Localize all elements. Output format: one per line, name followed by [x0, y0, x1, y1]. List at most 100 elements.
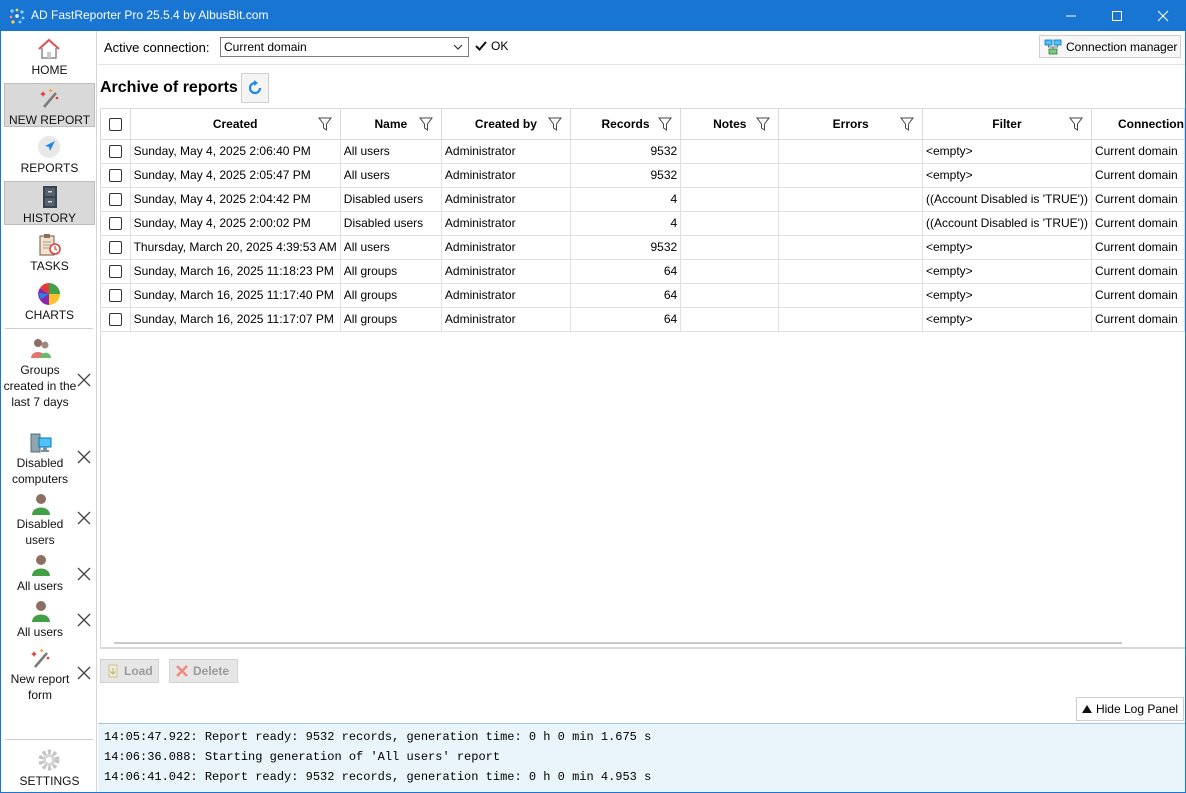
cell-created-by: Administrator: [441, 163, 571, 188]
cell-connection: Current domain: [1091, 307, 1185, 332]
connection-select-value: Current domain: [224, 40, 307, 54]
hide-log-panel-button[interactable]: Hide Log Panel: [1076, 697, 1184, 721]
column-header-filter[interactable]: Filter: [922, 109, 1092, 140]
cell-filter: <empty>: [922, 283, 1092, 308]
column-header-notes[interactable]: Notes: [680, 109, 780, 140]
sidebar: HOME NEW REPORT REPORTS HISTORY TASKS CH…: [1, 31, 97, 792]
connection-select[interactable]: Current domain: [220, 37, 469, 57]
row-checkbox[interactable]: [108, 289, 122, 303]
gear-icon: [38, 749, 60, 771]
log-line: 14:06:36.088: Starting generation of 'Al…: [104, 750, 501, 764]
minimize-icon: [1066, 15, 1076, 16]
close-icon[interactable]: [76, 372, 92, 388]
table-row[interactable]: Sunday, March 16, 2025 11:17:40 PM All gr…: [101, 283, 1185, 308]
column-header-created-by[interactable]: Created by: [441, 109, 571, 140]
cell-connection: Current domain: [1091, 283, 1185, 308]
row-select-cell: [101, 139, 131, 164]
row-checkbox[interactable]: [108, 265, 122, 279]
cell-created: Sunday, May 4, 2025 2:05:47 PM: [130, 163, 341, 188]
row-checkbox[interactable]: [108, 217, 122, 231]
recent-report-item[interactable]: All users: [3, 599, 95, 643]
table-row[interactable]: Sunday, May 4, 2025 2:04:42 PM Disabled u…: [101, 187, 1185, 212]
cell-errors: [778, 259, 923, 284]
table-row[interactable]: Sunday, May 4, 2025 2:00:02 PM Disabled u…: [101, 211, 1185, 236]
delete-button[interactable]: Delete: [169, 659, 238, 683]
cell-filter: <empty>: [922, 163, 1092, 188]
delete-icon: [176, 665, 188, 677]
network-icon: [1044, 39, 1062, 54]
log-line: 14:06:41.042: Report ready: 9532 records…: [104, 770, 652, 784]
horizontal-scrollbar[interactable]: [114, 642, 1122, 644]
recent-report-item[interactable]: New report form: [3, 647, 95, 707]
cell-created: Sunday, March 16, 2025 11:18:23 PM: [130, 259, 341, 284]
cell-notes: [680, 211, 780, 236]
divider: [100, 648, 1185, 649]
row-checkbox[interactable]: [108, 145, 122, 159]
recent-report-item[interactable]: Disabled users: [3, 492, 95, 550]
nav-history[interactable]: HISTORY: [4, 181, 95, 225]
cell-connection: Current domain: [1091, 235, 1185, 260]
cell-records: 4: [570, 211, 682, 236]
nav-new-report[interactable]: NEW REPORT: [4, 83, 95, 127]
close-icon[interactable]: [76, 566, 92, 582]
row-checkbox[interactable]: [108, 193, 122, 207]
cell-name: All groups: [340, 283, 442, 308]
recent-report-item[interactable]: Groups created in the last 7 days: [3, 336, 95, 428]
filter-icon[interactable]: [756, 117, 771, 131]
cell-connection: Current domain: [1091, 139, 1185, 164]
log-line: 14:05:47.922: Report ready: 9532 records…: [104, 730, 652, 744]
close-icon[interactable]: [76, 612, 92, 628]
filter-icon[interactable]: [317, 117, 332, 131]
nav-settings[interactable]: SETTINGS: [4, 745, 95, 789]
filter-icon[interactable]: [658, 117, 673, 131]
filter-icon[interactable]: [1068, 117, 1083, 131]
maximize-button[interactable]: [1094, 0, 1140, 31]
cell-notes: [680, 187, 780, 212]
cell-filter: <empty>: [922, 139, 1092, 164]
row-checkbox[interactable]: [108, 241, 122, 255]
close-icon[interactable]: [76, 449, 92, 465]
close-icon[interactable]: [76, 510, 92, 526]
column-header-name[interactable]: Name: [340, 109, 442, 140]
chevron-down-icon: [453, 44, 463, 50]
recent-report-item[interactable]: All users: [3, 553, 95, 597]
column-header-connection[interactable]: Connection: [1091, 109, 1185, 140]
row-checkbox[interactable]: [108, 313, 122, 327]
active-connection-label: Active connection:: [104, 40, 210, 55]
filter-icon[interactable]: [418, 117, 433, 131]
table-row[interactable]: Thursday, March 20, 2025 4:39:53 AM All u…: [101, 235, 1185, 260]
cell-created-by: Administrator: [441, 259, 571, 284]
nav-tasks[interactable]: TASKS: [4, 230, 95, 274]
filter-icon[interactable]: [900, 117, 914, 131]
table-row[interactable]: Sunday, May 4, 2025 2:05:47 PM All users A…: [101, 163, 1185, 188]
triangle-up-icon: [1081, 705, 1092, 713]
column-header-errors[interactable]: Errors: [778, 109, 923, 140]
nav-charts[interactable]: CHARTS: [4, 279, 95, 323]
cell-records: 64: [570, 307, 682, 332]
column-header-created[interactable]: Created: [130, 109, 341, 140]
recent-report-item[interactable]: Disabled computers: [3, 431, 95, 489]
minimize-button[interactable]: [1048, 0, 1094, 31]
select-all-checkbox[interactable]: [108, 117, 122, 131]
load-button[interactable]: Load: [100, 659, 159, 683]
connection-manager-button[interactable]: Connection manager: [1039, 35, 1181, 58]
table-row[interactable]: Sunday, March 16, 2025 11:17:07 PM All gr…: [101, 307, 1185, 332]
table-row[interactable]: Sunday, May 4, 2025 2:06:40 PM All users A…: [101, 139, 1185, 164]
nav-home[interactable]: HOME: [4, 34, 95, 78]
filter-icon[interactable]: [547, 117, 562, 131]
nav-reports[interactable]: REPORTS: [4, 132, 95, 176]
magic-wand-icon: [31, 648, 50, 668]
close-icon: [1157, 10, 1169, 21]
column-header-records[interactable]: Records: [570, 109, 682, 140]
cell-records: 64: [570, 259, 682, 284]
refresh-button[interactable]: [241, 73, 269, 103]
table-header-row: Created Name Created by Records Notes Er…: [101, 109, 1185, 140]
close-window-button[interactable]: [1140, 0, 1186, 31]
cell-records: 64: [570, 283, 682, 308]
table-row[interactable]: Sunday, March 16, 2025 11:18:23 PM All gr…: [101, 259, 1185, 284]
cell-errors: [778, 211, 923, 236]
close-icon[interactable]: [76, 665, 92, 681]
row-checkbox[interactable]: [108, 169, 122, 183]
nav-history-label: HISTORY: [23, 211, 76, 225]
pie-chart-icon: [38, 283, 60, 305]
